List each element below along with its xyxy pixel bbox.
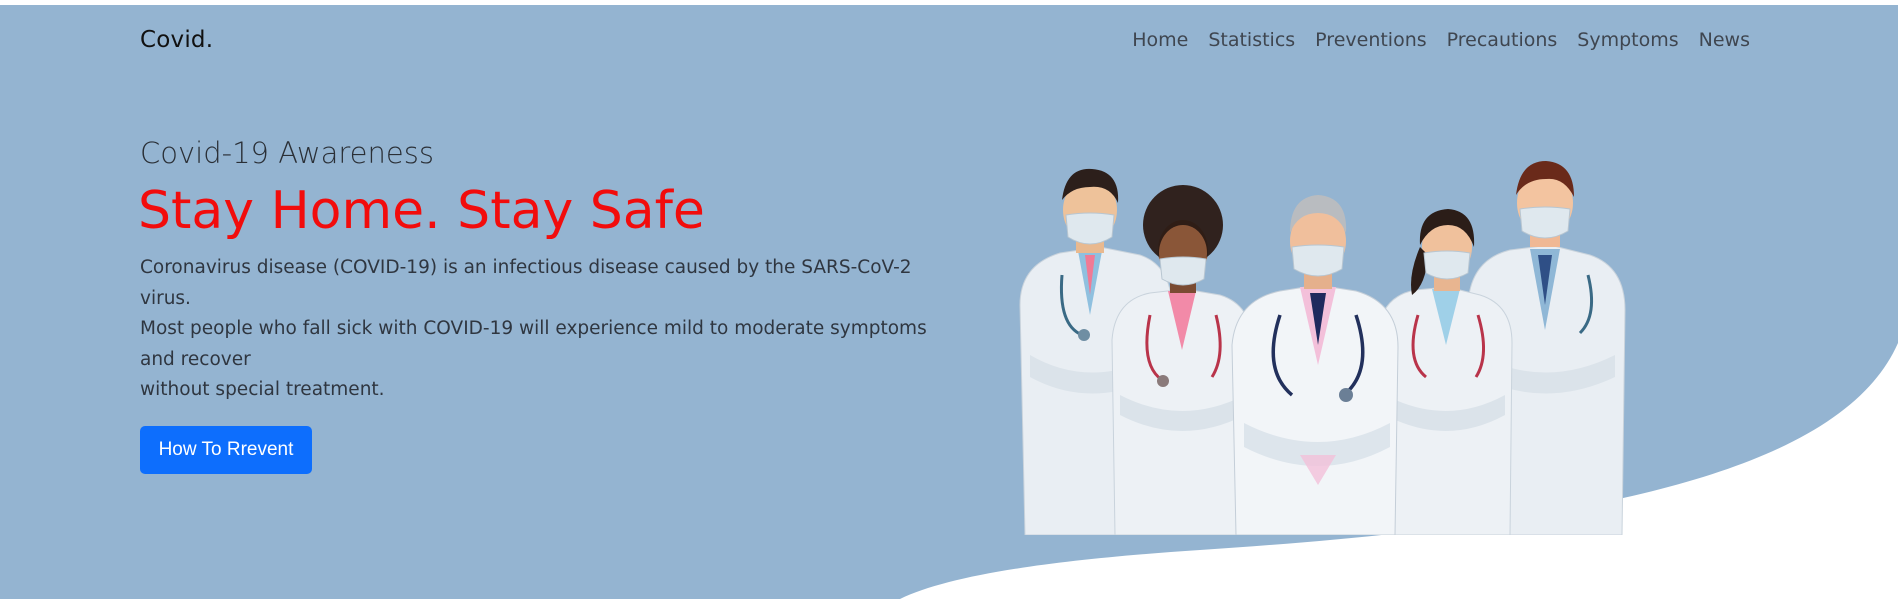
doctors-illustration [1019, 161, 1626, 535]
nav-item-precautions[interactable]: Precautions [1447, 29, 1558, 51]
nav-item-statistics[interactable]: Statistics [1208, 29, 1295, 51]
brand-logo[interactable]: Covid. [140, 27, 213, 53]
main-nav: Home Statistics Preventions Precautions … [1132, 29, 1750, 51]
description-line: Most people who fall sick with COVID-19 … [140, 318, 927, 370]
hero-headline: Stay Home. Stay Safe [138, 181, 705, 241]
hero-section: Covid. Home Statistics Preventions Preca… [0, 5, 1898, 599]
nav-item-home[interactable]: Home [1132, 29, 1188, 51]
hero-description: Coronavirus disease (COVID-19) is an inf… [140, 253, 940, 406]
description-line: Coronavirus disease (COVID-19) is an inf… [140, 257, 912, 309]
nav-item-preventions[interactable]: Preventions [1315, 29, 1426, 51]
description-line: without special treatment. [140, 379, 385, 400]
hero-subtitle: Covid-19 Awareness [140, 136, 434, 170]
nav-item-news[interactable]: News [1699, 29, 1750, 51]
nav-item-symptoms[interactable]: Symptoms [1577, 29, 1678, 51]
how-to-prevent-button[interactable]: How To Rrevent [140, 426, 312, 474]
